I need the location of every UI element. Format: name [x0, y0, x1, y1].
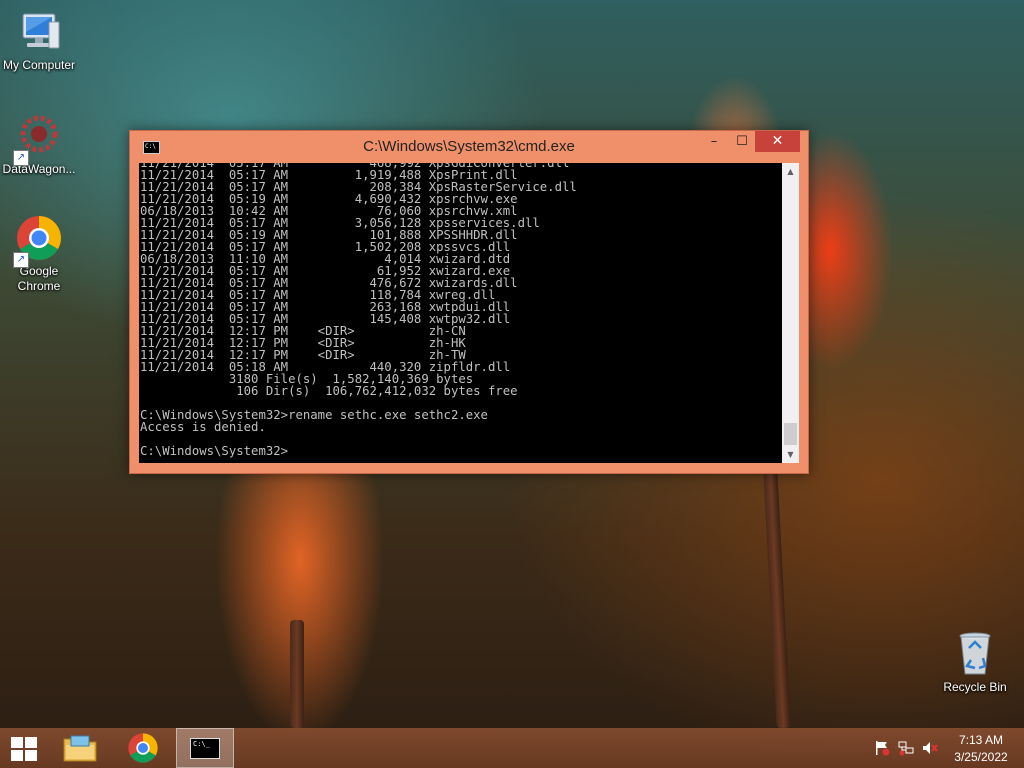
chrome-icon: ↗ — [13, 214, 63, 268]
volume-muted-icon[interactable] — [922, 740, 938, 756]
taskbar-file-explorer-button[interactable] — [52, 728, 108, 768]
clock-time: 7:13 AM — [958, 733, 1004, 747]
system-clock[interactable]: 7:13 AM 3/25/2022 — [942, 732, 1020, 766]
title-bar[interactable]: C:\ C:\Windows\System32\cmd.exe – ☐ ✕ — [130, 131, 808, 163]
vertical-scrollbar[interactable]: ▲ ▼ — [782, 163, 799, 463]
chrome-icon — [128, 733, 158, 763]
start-icon — [11, 737, 37, 761]
desktop-icon-google-chrome[interactable]: ↗ Google Chrome — [0, 214, 79, 294]
cmd-window[interactable]: C:\ C:\Windows\System32\cmd.exe – ☐ ✕ 11… — [129, 130, 809, 474]
computer-icon — [15, 8, 63, 56]
file-explorer-icon — [63, 735, 97, 762]
clock-date: 3/25/2022 — [954, 750, 1008, 764]
scroll-up-icon[interactable]: ▲ — [782, 163, 799, 180]
desktop-icon-label: My Computer — [2, 58, 76, 72]
wallpaper-stem — [763, 469, 791, 729]
taskbar-cmd-button[interactable]: C:\_ — [176, 728, 234, 768]
console-text: 11/21/2014 05:17 AM 468,992 XpsGdiConver… — [140, 163, 577, 458]
close-button[interactable]: ✕ — [755, 131, 800, 152]
recycle-bin-icon — [951, 630, 999, 678]
scroll-down-icon[interactable]: ▼ — [782, 446, 799, 463]
shortcut-arrow-icon: ↗ — [13, 252, 29, 268]
desktop-icon-label: DataWagon... — [2, 162, 76, 176]
wallpaper-stem — [290, 620, 304, 728]
console-output[interactable]: 11/21/2014 05:17 AM 468,992 XpsGdiConver… — [139, 163, 782, 463]
maximize-button[interactable]: ☐ — [728, 131, 756, 152]
shortcut-arrow-icon: ↗ — [13, 150, 29, 166]
scrollbar-thumb[interactable] — [784, 423, 797, 445]
desktop-icon-label: Recycle Bin — [943, 680, 1007, 694]
minimize-button[interactable]: – — [700, 131, 728, 152]
flag-icon[interactable] — [874, 740, 890, 756]
datawagon-icon: ↗ — [13, 112, 63, 166]
start-button[interactable] — [0, 728, 48, 768]
taskbar: C:\_ 7:13 AM 3/25/2022 — [0, 728, 1024, 768]
desktop-icon-recycle-bin[interactable]: Recycle Bin — [935, 630, 1015, 695]
network-icon[interactable] — [898, 740, 914, 756]
taskbar-chrome-button[interactable] — [115, 728, 171, 768]
desktop-icon-my-computer[interactable]: My Computer — [0, 8, 79, 73]
cmd-icon: C:\_ — [190, 738, 220, 759]
desktop-icon-datawagon[interactable]: ↗ DataWagon... — [0, 112, 79, 177]
desktop-icon-label: Google Chrome — [17, 264, 61, 293]
